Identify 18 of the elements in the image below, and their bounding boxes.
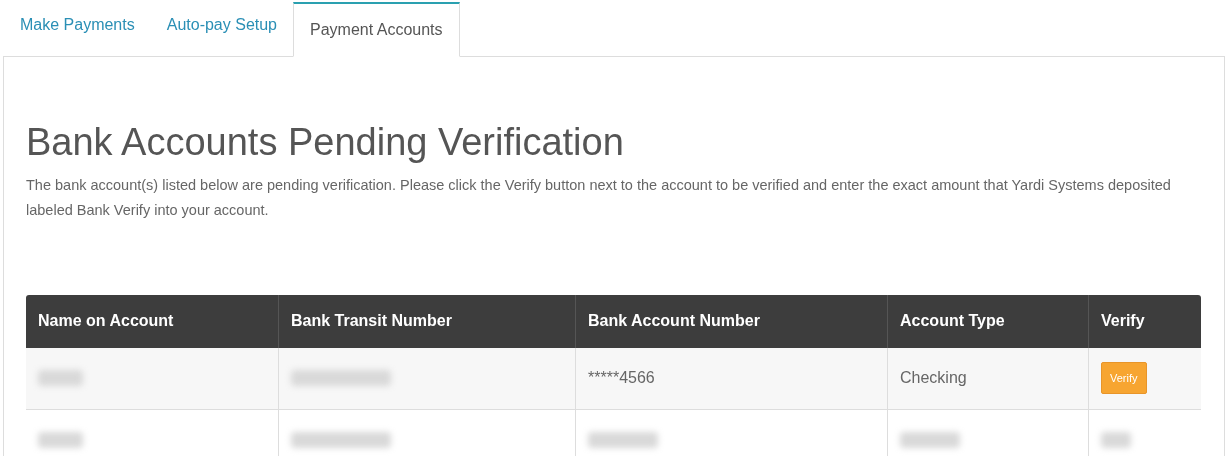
verify-button[interactable]: Verify [1101,361,1147,395]
column-header: Account Type [900,311,1005,331]
column-header: Bank Transit Number [291,311,452,331]
blurred-text [1101,432,1131,448]
description: The bank account(s) listed below are pending verification. Please click the Verify button next to the account to be verified and enter the exact amount that Yardi Systems deposited labeled Bank Verify into your account. [26,175,1172,220]
blurred-text [38,432,83,448]
blurred-text [900,432,960,448]
column-header: Bank Account Number [588,311,760,331]
column-header: Name on Account [38,311,174,331]
column-header: Verify [1101,311,1145,331]
table-cell-text: *****4566 [588,368,655,388]
table-cell-text: Checking [900,368,967,388]
blurred-text [38,370,83,386]
tab[interactable]: Payment Accounts [293,2,460,57]
blurred-text [588,432,658,448]
tab[interactable]: Make Payments [4,1,151,56]
heading: Bank Accounts Pending Verification [26,120,625,165]
tab[interactable]: Auto-pay Setup [150,1,293,56]
